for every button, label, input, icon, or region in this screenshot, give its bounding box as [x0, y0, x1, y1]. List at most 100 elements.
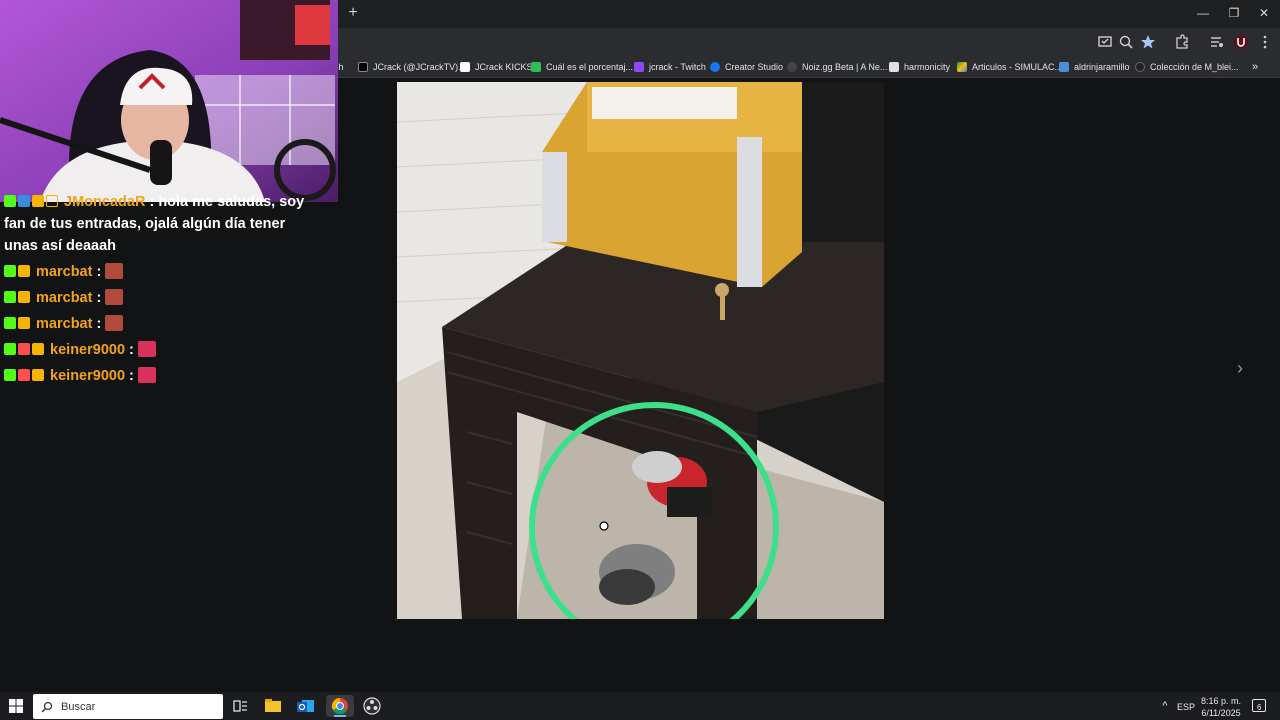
minimize-button[interactable]: — [1188, 4, 1218, 22]
chat-text: hola me saludas, soy [158, 194, 305, 210]
bookmark-label: Creator Studio [725, 62, 784, 72]
tray-overflow-button[interactable]: ^ [1158, 700, 1172, 712]
chat-separator: : [125, 368, 138, 384]
bookmark-item[interactable]: Cuál es el porcentaj... [531, 60, 633, 74]
twitch-icon [634, 62, 644, 72]
chat-message: marcbat : [4, 261, 124, 283]
bookmark-item[interactable]: harmonicity [889, 60, 950, 74]
bookmarks-overflow-button[interactable]: » [1252, 60, 1258, 74]
bookmark-item[interactable]: JCrack KICKS [460, 60, 533, 74]
facebook-icon [710, 62, 720, 72]
chat-separator: : [92, 316, 106, 332]
restore-button[interactable]: ❐ [1219, 4, 1249, 22]
bookmark-item[interactable]: JCrack (@JCrackTV)... [358, 60, 466, 74]
chat-username: JMoncadaR [64, 194, 146, 210]
next-photo-button[interactable]: › [1231, 358, 1249, 378]
bookmark-label: Articulos - SIMULAC... [972, 62, 1063, 72]
clock-date[interactable]: 6/11/2025 [1198, 708, 1244, 718]
close-button[interactable]: ✕ [1249, 4, 1279, 22]
webcam-overlay [0, 0, 338, 202]
notification-count: 6 [1257, 703, 1262, 712]
zoom-icon[interactable] [1117, 33, 1135, 51]
outlook-icon[interactable] [294, 695, 318, 717]
bookmark-label: Colección de M_blei... [1150, 62, 1239, 72]
bookmark-label: Cuál es el porcentaj... [546, 62, 634, 72]
x-icon [358, 62, 368, 72]
bookmark-label: JCrack (@JCrackTV)... [373, 62, 466, 72]
bookmark-label: aldrinjaramillo [1074, 62, 1130, 72]
chat-separator: : [92, 264, 106, 280]
screen: + — ❐ ✕ ch JCrack (@JCrackTV)... JCrack … [0, 0, 1280, 720]
bookmark-item[interactable]: Creator Studio [710, 60, 783, 74]
page-icon [531, 62, 541, 72]
bookmark-label: Noiz.gg Beta | A Ne... [802, 62, 888, 72]
clock-time[interactable]: 8:16 p. m. [1198, 696, 1244, 706]
chat-message: keiner9000 : [4, 339, 156, 361]
menu-icon[interactable] [1256, 33, 1274, 51]
chat-message: keiner9000 : [4, 365, 156, 387]
emote-icon [137, 367, 156, 383]
drive-icon [957, 62, 967, 72]
chat-username: marcbat [36, 264, 93, 280]
bookmark-item[interactable]: Colección de M_blei... [1135, 60, 1239, 74]
bookmark-item[interactable]: Articulos - SIMULAC... [957, 60, 1062, 74]
bookmark-label: JCrack KICKS [475, 62, 533, 72]
vip-badge-icon [46, 195, 58, 207]
media-icon[interactable] [1208, 33, 1226, 51]
obs-icon[interactable] [360, 695, 384, 717]
subscriber-badge-icon [18, 195, 30, 207]
emote-icon [105, 263, 124, 279]
chat-username: marcbat [36, 316, 93, 332]
extensions-icon[interactable] [1173, 33, 1191, 51]
chat-username: keiner9000 [50, 368, 126, 384]
magnet-badge-icon [18, 343, 30, 355]
chat-message: marcbat : [4, 287, 124, 309]
crown-badge-icon [32, 195, 44, 207]
taskbar-search-input[interactable]: Buscar [33, 694, 223, 719]
chat-separator: : [92, 290, 106, 306]
chat-username: marcbat [36, 290, 93, 306]
language-indicator[interactable]: ESP [1175, 702, 1197, 712]
page-icon [1135, 62, 1145, 72]
page-icon [1059, 62, 1069, 72]
emote-icon [105, 289, 124, 305]
cast-icon[interactable] [1096, 33, 1114, 51]
search-placeholder: Buscar [61, 700, 96, 713]
bookmark-item[interactable]: Noiz.gg Beta | A Ne... [787, 60, 887, 74]
bookmark-label: harmonicity [904, 62, 951, 72]
chat-username: keiner9000 [50, 342, 126, 358]
page-icon [889, 62, 899, 72]
crown-badge-icon [18, 291, 30, 303]
chrome-taskbar-button[interactable] [326, 695, 354, 717]
emote-icon [137, 341, 156, 357]
chrome-icon [331, 697, 348, 717]
bookmark-item[interactable]: jcrack - Twitch [634, 60, 706, 74]
emote-icon [105, 315, 124, 331]
crown-badge-icon [32, 343, 44, 355]
search-icon [41, 701, 53, 713]
chat-message-continuation: unas así deaaah [4, 238, 117, 254]
profile-icon[interactable] [1232, 33, 1250, 51]
crown-badge-icon [32, 369, 44, 381]
kick-badge-icon [4, 317, 16, 329]
task-view-icon[interactable] [228, 695, 252, 717]
notification-center-icon[interactable]: 6 [1252, 699, 1266, 712]
webcam-scene [0, 0, 338, 202]
chat-message-continuation: fan de tus entradas, ojalá algún día ten… [4, 216, 286, 232]
photo-scene [397, 82, 884, 619]
bookmark-label: jcrack - Twitch [649, 62, 706, 72]
magnet-badge-icon [18, 369, 30, 381]
bookmark-star-icon[interactable] [1139, 33, 1157, 51]
bookmark-item[interactable]: aldrinjaramillo [1059, 60, 1130, 74]
file-explorer-icon[interactable] [261, 695, 285, 717]
kick-badge-icon [4, 369, 16, 381]
chat-separator: : [145, 194, 159, 210]
chat-message: JMoncadaR : hola me saludas, soy [4, 191, 304, 213]
chat-separator: : [125, 342, 138, 358]
chat-message: marcbat : [4, 313, 124, 335]
post-photo[interactable] [397, 82, 884, 619]
windows-start-icon[interactable] [8, 698, 24, 714]
crown-badge-icon [18, 317, 30, 329]
kick-badge-icon [4, 291, 16, 303]
new-tab-button[interactable]: + [344, 4, 362, 22]
